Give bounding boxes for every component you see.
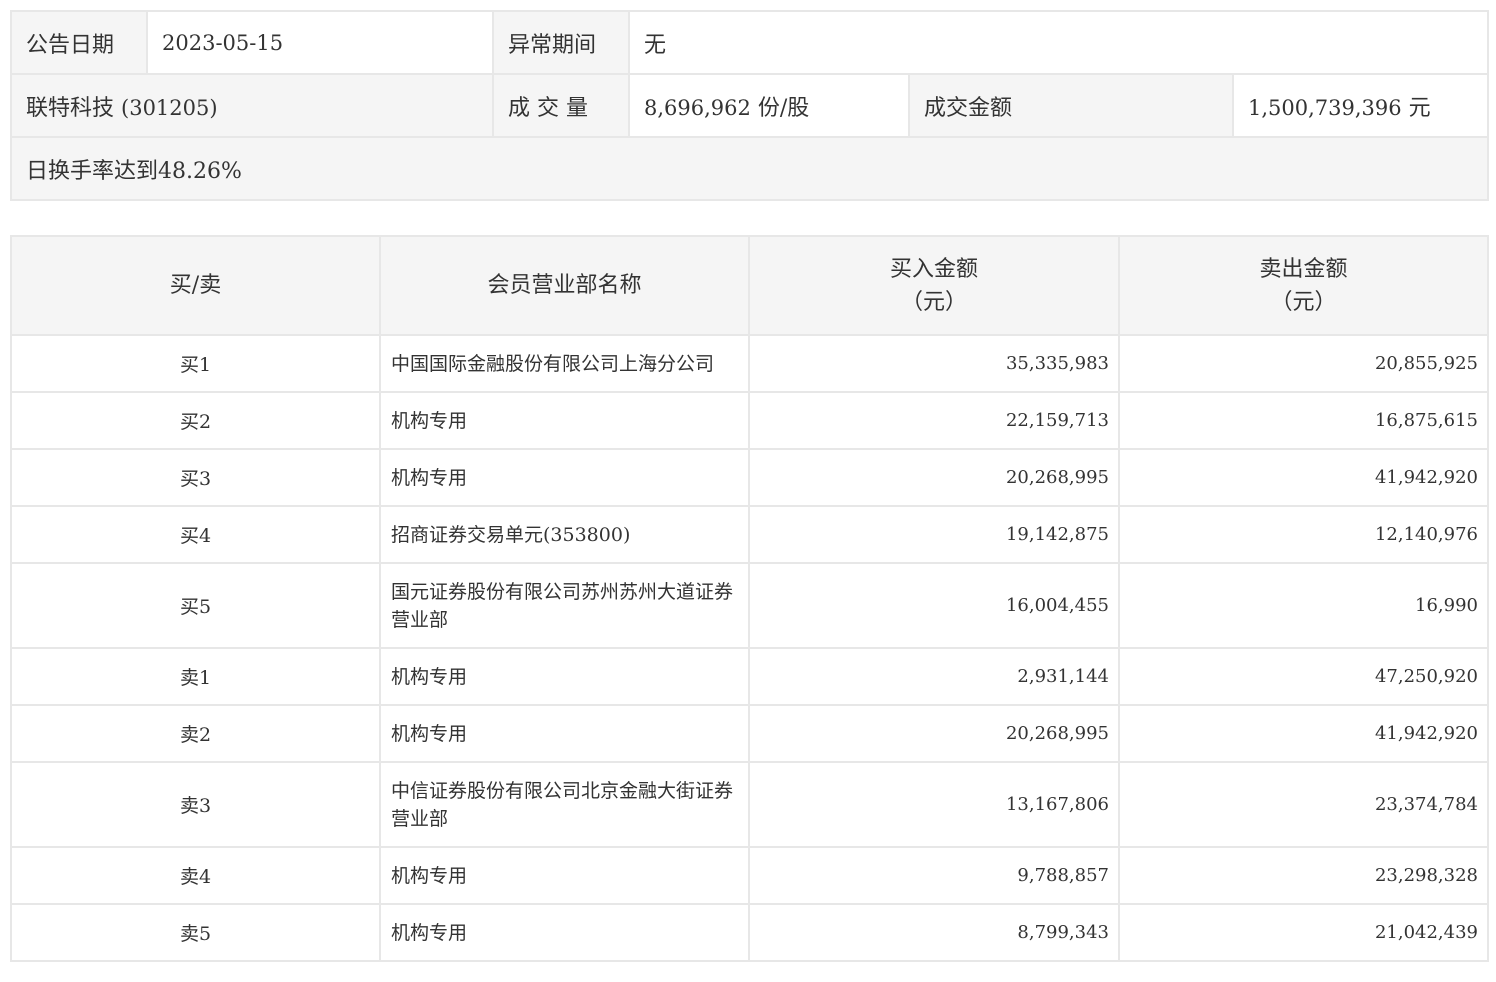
row-dept: 中国国际金融股份有限公司上海分公司 xyxy=(379,334,750,393)
row-buy-amount: 16,004,455 xyxy=(748,562,1120,649)
turnover-label: 成交金额 xyxy=(908,73,1234,138)
date-label: 公告日期 xyxy=(10,10,148,75)
info-row-trading: 联特科技 (301205) 成 交 量 8,696,962 份/股 成交金额 1… xyxy=(10,73,1489,138)
period-value: 无 xyxy=(628,10,1489,75)
volume-label: 成 交 量 xyxy=(492,73,630,138)
info-row-reason: 日换手率达到48.26% xyxy=(10,136,1489,201)
row-side: 买2 xyxy=(10,391,381,450)
period-label: 异常期间 xyxy=(492,10,630,75)
table-row: 卖4 机构专用 9,788,857 23,298,328 xyxy=(10,846,1489,905)
turnover-cell: 1,500,739,396 元 xyxy=(1232,73,1489,138)
header-sell-unit: （元） xyxy=(1270,289,1337,315)
header-sell-label: 卖出金额 xyxy=(1259,256,1348,282)
row-side: 卖2 xyxy=(10,704,381,763)
row-side: 买3 xyxy=(10,448,381,507)
trading-seats-table: 买/卖 会员营业部名称 买入金额 （元） 卖出金额 （元） 买1 中国国际金融股份有… xyxy=(10,235,1489,962)
info-row-date: 公告日期 2023-05-15 异常期间 无 xyxy=(10,10,1489,75)
table-row: 买3 机构专用 20,268,995 41,942,920 xyxy=(10,448,1489,507)
stock-name: 联特科技 xyxy=(26,95,115,121)
row-dept: 中信证券股份有限公司北京金融大街证券营业部 xyxy=(379,761,750,848)
table-row: 买5 国元证券股份有限公司苏州苏州大道证券营业部 16,004,455 16,9… xyxy=(10,562,1489,649)
table-row: 买4 招商证券交易单元(353800) 19,142,875 12,140,97… xyxy=(10,505,1489,564)
turnover-value: 1,500,739,396 xyxy=(1248,95,1402,120)
header-dept: 会员营业部名称 xyxy=(379,235,750,336)
row-buy-amount: 2,931,144 xyxy=(748,647,1120,706)
row-sell-amount: 41,942,920 xyxy=(1118,448,1489,507)
row-buy-amount: 22,159,713 xyxy=(748,391,1120,450)
table-row: 卖1 机构专用 2,931,144 47,250,920 xyxy=(10,647,1489,706)
row-sell-amount: 21,042,439 xyxy=(1118,903,1489,962)
row-dept: 国元证券股份有限公司苏州苏州大道证券营业部 xyxy=(379,562,750,649)
table-row: 卖3 中信证券股份有限公司北京金融大街证券营业部 13,167,806 23,3… xyxy=(10,761,1489,848)
table-header-row: 买/卖 会员营业部名称 买入金额 （元） 卖出金额 （元） xyxy=(10,235,1489,336)
stock-name-cell: 联特科技 (301205) xyxy=(10,73,494,138)
row-sell-amount: 47,250,920 xyxy=(1118,647,1489,706)
row-dept: 机构专用 xyxy=(379,704,750,763)
row-dept: 招商证券交易单元(353800) xyxy=(379,505,750,564)
date-value: 2023-05-15 xyxy=(146,10,494,75)
header-buy-amount: 买入金额 （元） xyxy=(748,235,1120,336)
row-dept: 机构专用 xyxy=(379,846,750,905)
row-dept: 机构专用 xyxy=(379,647,750,706)
row-side: 买1 xyxy=(10,334,381,393)
row-buy-amount: 8,799,343 xyxy=(748,903,1120,962)
row-side: 卖1 xyxy=(10,647,381,706)
volume-value: 8,696,962 xyxy=(644,95,751,120)
table-row: 卖2 机构专用 20,268,995 41,942,920 xyxy=(10,704,1489,763)
header-buy-label: 买入金额 xyxy=(889,256,978,282)
row-buy-amount: 20,268,995 xyxy=(748,448,1120,507)
row-buy-amount: 19,142,875 xyxy=(748,505,1120,564)
row-dept: 机构专用 xyxy=(379,903,750,962)
header-side: 买/卖 xyxy=(10,235,381,336)
turnover-unit: 元 xyxy=(1401,95,1431,121)
row-side: 卖4 xyxy=(10,846,381,905)
row-buy-amount: 35,335,983 xyxy=(748,334,1120,393)
row-sell-amount: 20,855,925 xyxy=(1118,334,1489,393)
row-side: 买5 xyxy=(10,562,381,649)
table-row: 卖5 机构专用 8,799,343 21,042,439 xyxy=(10,903,1489,962)
volume-unit: 份/股 xyxy=(750,95,810,121)
row-dept: 机构专用 xyxy=(379,448,750,507)
stock-code: (301205) xyxy=(121,95,218,120)
row-sell-amount: 16,875,615 xyxy=(1118,391,1489,450)
table-row: 买2 机构专用 22,159,713 16,875,615 xyxy=(10,391,1489,450)
row-side: 卖5 xyxy=(10,903,381,962)
row-side: 买4 xyxy=(10,505,381,564)
listing-reason: 日换手率达到48.26% xyxy=(10,136,1489,201)
row-sell-amount: 16,990 xyxy=(1118,562,1489,649)
row-buy-amount: 20,268,995 xyxy=(748,704,1120,763)
header-sell-amount: 卖出金额 （元） xyxy=(1118,235,1489,336)
header-buy-unit: （元） xyxy=(900,289,967,315)
volume-cell: 8,696,962 份/股 xyxy=(628,73,910,138)
row-buy-amount: 13,167,806 xyxy=(748,761,1120,848)
row-sell-amount: 23,298,328 xyxy=(1118,846,1489,905)
row-dept: 机构专用 xyxy=(379,391,750,450)
row-sell-amount: 41,942,920 xyxy=(1118,704,1489,763)
row-side: 卖3 xyxy=(10,761,381,848)
announcement-info-table: 公告日期 2023-05-15 异常期间 无 联特科技 (301205) 成 交… xyxy=(10,10,1489,201)
row-buy-amount: 9,788,857 xyxy=(748,846,1120,905)
table-row: 买1 中国国际金融股份有限公司上海分公司 35,335,983 20,855,9… xyxy=(10,334,1489,393)
row-sell-amount: 12,140,976 xyxy=(1118,505,1489,564)
row-sell-amount: 23,374,784 xyxy=(1118,761,1489,848)
